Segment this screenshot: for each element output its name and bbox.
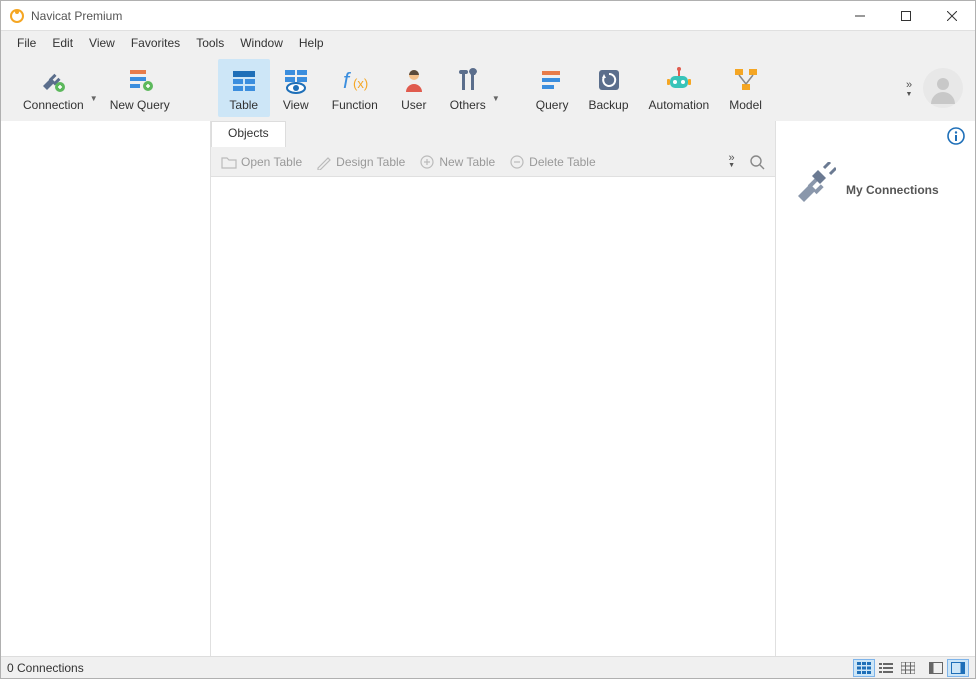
panel-right-icon — [951, 662, 965, 674]
minimize-button[interactable] — [837, 1, 883, 31]
status-text: 0 Connections — [7, 661, 847, 675]
folder-open-icon — [221, 154, 237, 170]
menu-favorites[interactable]: Favorites — [123, 33, 188, 53]
list-icon — [879, 662, 893, 674]
subtoolbar-overflow-button[interactable]: » ▼ — [724, 152, 739, 171]
others-button[interactable]: Others ▼ — [440, 59, 502, 117]
table-button[interactable]: Table — [218, 59, 270, 117]
app-icon — [9, 8, 25, 24]
panel-left-icon — [929, 662, 943, 674]
query-icon — [536, 64, 568, 96]
model-icon — [730, 64, 762, 96]
tools-icon — [452, 64, 484, 96]
user-button[interactable]: User — [388, 59, 440, 117]
menu-help[interactable]: Help — [291, 33, 332, 53]
new-table-button[interactable]: New Table — [415, 152, 499, 172]
info-icon[interactable] — [947, 127, 965, 150]
titlebar: Navicat Premium — [1, 1, 975, 31]
info-button-row — [776, 121, 975, 150]
maximize-button[interactable] — [883, 1, 929, 31]
svg-text:f: f — [343, 68, 352, 93]
view-grid-button[interactable] — [853, 659, 875, 677]
window-controls — [837, 1, 975, 31]
detail-icon — [901, 662, 915, 674]
backup-button[interactable]: Backup — [578, 59, 638, 117]
tab-objects[interactable]: Objects — [211, 121, 286, 147]
dropdown-arrow-icon: ▼ — [90, 94, 98, 103]
toolbar-overflow-button[interactable]: » ▼ — [899, 79, 919, 98]
model-button[interactable]: Model — [719, 59, 772, 117]
minus-circle-icon — [509, 154, 525, 170]
user-icon — [398, 64, 430, 96]
menu-tools[interactable]: Tools — [188, 33, 232, 53]
open-table-button[interactable]: Open Table — [217, 152, 306, 172]
automation-button[interactable]: Automation — [639, 59, 720, 117]
account-avatar[interactable] — [923, 68, 963, 108]
connection-tree-pane[interactable] — [1, 121, 211, 656]
robot-icon — [663, 64, 695, 96]
avatar-icon — [927, 72, 959, 104]
delete-table-button[interactable]: Delete Table — [505, 152, 600, 172]
query-plus-icon — [124, 64, 156, 96]
app-window: Navicat Premium File Edit View Favorites… — [0, 0, 976, 679]
menubar: File Edit View Favorites Tools Window He… — [1, 31, 975, 55]
toggle-left-panel-button[interactable] — [925, 659, 947, 677]
menu-view[interactable]: View — [81, 33, 123, 53]
chevron-right-icon: » — [728, 154, 734, 162]
svg-text:(x): (x) — [353, 76, 368, 91]
dropdown-arrow-icon: ▼ — [906, 91, 913, 98]
design-table-button[interactable]: Design Table — [312, 152, 409, 172]
dropdown-arrow-icon: ▼ — [728, 162, 735, 169]
menu-edit[interactable]: Edit — [44, 33, 81, 53]
panel-toggle-group — [925, 659, 969, 677]
function-button[interactable]: f(x) Function — [322, 59, 388, 117]
separator — [184, 64, 214, 112]
table-icon — [228, 64, 260, 96]
object-toolbar: Open Table Design Table New Table Delete… — [211, 147, 775, 177]
view-mode-group — [853, 659, 919, 677]
toggle-right-panel-button[interactable] — [947, 659, 969, 677]
connections-icon — [788, 162, 836, 215]
close-button[interactable] — [929, 1, 975, 31]
plus-circle-icon — [419, 154, 435, 170]
connections-label: My Connections — [846, 183, 939, 197]
object-list-area[interactable] — [211, 177, 775, 656]
plug-icon — [37, 64, 69, 96]
object-tabstrip: Objects — [211, 121, 775, 147]
view-button[interactable]: View — [270, 59, 322, 117]
menu-file[interactable]: File — [9, 33, 44, 53]
pencil-icon — [316, 154, 332, 170]
statusbar: 0 Connections — [1, 656, 975, 678]
view-list-button[interactable] — [875, 659, 897, 677]
separator — [506, 64, 522, 112]
body: Objects Open Table Design Table New Tabl… — [1, 121, 975, 656]
search-icon — [749, 154, 765, 170]
backup-icon — [593, 64, 625, 96]
center-pane: Objects Open Table Design Table New Tabl… — [211, 121, 775, 656]
query-button[interactable]: Query — [526, 59, 579, 117]
main-toolbar: Connection ▼ New Query Table View f(x) — [1, 55, 975, 121]
dropdown-arrow-icon: ▼ — [492, 94, 500, 103]
grid-icon — [857, 662, 871, 674]
new-query-button[interactable]: New Query — [100, 59, 180, 117]
function-icon: f(x) — [339, 64, 371, 96]
view-detail-button[interactable] — [897, 659, 919, 677]
search-button[interactable] — [745, 152, 769, 172]
view-icon — [280, 64, 312, 96]
connection-button[interactable]: Connection ▼ — [13, 59, 100, 117]
chevron-right-icon: » — [906, 79, 912, 91]
info-pane: My Connections — [775, 121, 975, 656]
menu-window[interactable]: Window — [232, 33, 291, 53]
titlebar-title: Navicat Premium — [31, 9, 837, 23]
